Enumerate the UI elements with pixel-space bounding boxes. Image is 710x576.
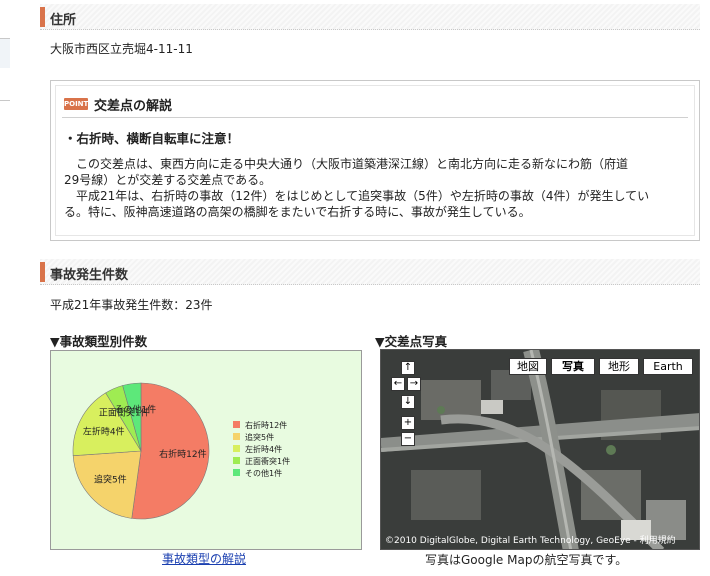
pan-left-button[interactable]: ← bbox=[391, 377, 405, 391]
accident-type-link[interactable]: 事故類型の解説 bbox=[162, 550, 246, 567]
pie-slice-label: 追突5件 bbox=[94, 474, 127, 486]
address-section-header: 住所 bbox=[40, 4, 700, 30]
pan-right-button[interactable]: → bbox=[407, 377, 421, 391]
address-value: 大阪市西区立売堀4-11-11 bbox=[50, 42, 193, 56]
explanation-inner-frame: POINT 交差点の解説 ・右折時、横断自転車に注意！ この交差点は、東西方向に… bbox=[55, 85, 695, 236]
legend-swatch bbox=[233, 457, 240, 464]
accident-summary: 平成21年事故発生件数：23件 bbox=[50, 298, 213, 312]
explanation-paragraph-line: 29号線）とが交差する交差点である。 bbox=[64, 173, 272, 187]
map-type-earth-button[interactable]: Earth bbox=[643, 358, 693, 375]
legend-label: その他1件 bbox=[245, 468, 282, 478]
intersection-explanation-box: POINT 交差点の解説 ・右折時、横断自転車に注意！ この交差点は、東西方向に… bbox=[50, 80, 700, 241]
accident-heading: 事故発生件数 bbox=[50, 268, 129, 283]
zoom-in-button[interactable]: + bbox=[401, 416, 415, 430]
aerial-map[interactable]: ↑ ← → ↓ + − 地図 写真 地形 Earth ©2010 Digital… bbox=[380, 349, 700, 550]
map-type-terrain-button[interactable]: 地形 bbox=[599, 358, 639, 375]
explanation-paragraph-line: る。特に、阪神高速道路の高架の橋脚をまたいで右折する時に、事故が発生している。 bbox=[64, 205, 531, 219]
legend-label: 左折時4件 bbox=[245, 444, 282, 454]
accident-type-chart: 右折時12件 追突5件 左折時4件 正面衝突1件 その他1件 右折時12件 追突5件 左折時4… bbox=[50, 350, 362, 550]
accident-section-header: 事故発生件数 bbox=[40, 259, 700, 285]
point-badge: POINT bbox=[64, 98, 89, 110]
address-heading: 住所 bbox=[50, 13, 77, 28]
pie-slice-label: 右折時12件 bbox=[159, 448, 206, 460]
warning-text: ・右折時、横断自転車に注意！ bbox=[64, 131, 240, 146]
legend-swatch bbox=[233, 421, 240, 428]
photo-title: ▼交差点写真 bbox=[375, 334, 448, 349]
legend-label: 追突5件 bbox=[245, 432, 274, 442]
section-marker bbox=[40, 7, 45, 27]
section-marker bbox=[40, 262, 45, 282]
pie-slice-label: 左折時4件 bbox=[83, 426, 125, 438]
explanation-paragraph-line: この交差点は、東西方向に走る中央大通り（大阪市道築港深江線）と南北方向に走る新な… bbox=[64, 157, 629, 171]
legend-swatch bbox=[233, 445, 240, 452]
explanation-title: 交差点の解説 bbox=[94, 99, 173, 114]
sidebar-edge-item[interactable] bbox=[0, 38, 10, 68]
map-type-map-button[interactable]: 地図 bbox=[509, 358, 547, 375]
pan-down-button[interactable]: ↓ bbox=[401, 395, 415, 409]
photo-caption: 写真はGoogle Mapの航空写真です。 bbox=[425, 553, 628, 567]
pan-up-button[interactable]: ↑ bbox=[401, 361, 415, 375]
legend-label: 右折時12件 bbox=[245, 420, 287, 430]
map-copyright: ©2010 DigitalGlobe, Digital Earth Techno… bbox=[385, 536, 676, 546]
aerial-photo bbox=[381, 350, 699, 549]
chart-title: ▼事故類型別件数 bbox=[50, 334, 148, 349]
explanation-paragraph-line: 平成21年は、右折時の事故（12件）をはじめとして追突事故（5件）や左折時の事故… bbox=[64, 189, 650, 203]
zoom-out-button[interactable]: − bbox=[401, 432, 415, 446]
pie-chart-svg: 右折時12件追突5件左折時4件正面衝突1件その他1件右折時12件追突5件左折時4… bbox=[72, 382, 290, 520]
sidebar-edge-item[interactable] bbox=[0, 100, 10, 130]
legend-swatch bbox=[233, 469, 240, 476]
map-type-photo-button[interactable]: 写真 bbox=[551, 358, 595, 375]
pie-slice-label: その他1件 bbox=[114, 403, 156, 415]
legend-label: 正面衝突1件 bbox=[245, 456, 290, 466]
divider bbox=[62, 117, 688, 118]
legend-swatch bbox=[233, 433, 240, 440]
left-sidebar-edge bbox=[0, 0, 10, 576]
